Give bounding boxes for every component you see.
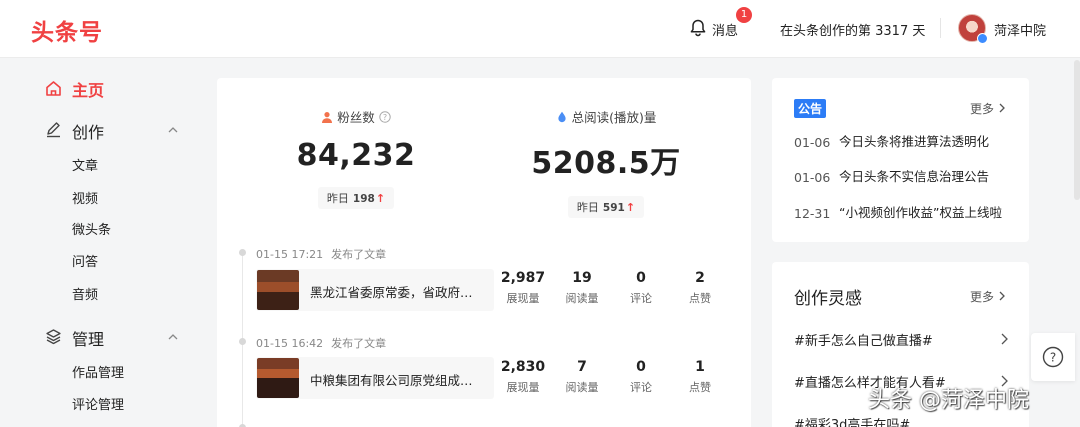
fans-yesterday-value: 198 bbox=[352, 193, 375, 205]
messages-button[interactable] bbox=[688, 18, 708, 38]
svg-text:?: ? bbox=[383, 113, 387, 122]
svg-text:?: ? bbox=[1050, 351, 1056, 365]
notice-item[interactable]: 01-06 今日头条不实信息治理公告 bbox=[794, 166, 989, 185]
timeline-meta: 01-15 16:42 发布了文章 bbox=[256, 337, 387, 350]
scrollbar[interactable] bbox=[1074, 60, 1080, 200]
metric-impressions: 2,987 展现量 bbox=[500, 270, 546, 305]
reads-yesterday-value: 591 bbox=[602, 202, 625, 214]
fans-yesterday: 昨日 198↑ bbox=[317, 187, 395, 209]
fans-title: 粉丝数 bbox=[337, 110, 375, 125]
logo[interactable]: 头条号 bbox=[31, 13, 103, 47]
help-button[interactable]: ? bbox=[1031, 333, 1075, 381]
arrow-up-icon: ↑ bbox=[375, 192, 386, 205]
sidebar-section-manage[interactable]: 管理 bbox=[72, 326, 104, 350]
article-row[interactable]: 黑龙江省委原常委，省政府原副省长 bbox=[256, 269, 494, 311]
watermark: 头条 @菏泽中院 bbox=[868, 388, 1029, 413]
home-icon bbox=[46, 81, 61, 96]
inspiration-more-link[interactable]: 更多 bbox=[970, 288, 1006, 305]
notice-card: 公告 更多 01-06 今日头条将推进算法透明化 01-06 今日头条不实信息治理公… bbox=[772, 78, 1029, 242]
metric-reads: 7 阅读量 bbox=[565, 359, 599, 394]
timeline-dot bbox=[239, 249, 246, 256]
chevron-right-icon bbox=[1001, 333, 1008, 345]
bell-icon bbox=[690, 19, 706, 37]
messages-badge: 1 bbox=[736, 7, 752, 23]
top-header: 头条号 1 消息 在头条创作的第 3317 天 菏泽中院 bbox=[0, 0, 1080, 58]
pen-icon bbox=[47, 122, 60, 138]
inspiration-item[interactable]: #福彩3d高手在吗# bbox=[794, 414, 1008, 427]
metric-comments: 0 评论 bbox=[630, 359, 652, 394]
sidebar-item-works[interactable]: 作品管理 bbox=[72, 362, 124, 381]
sidebar-item-article[interactable]: 文章 bbox=[72, 155, 98, 174]
timeline-meta: 01-15 17:21 发布了文章 bbox=[256, 248, 387, 261]
verified-icon bbox=[977, 33, 988, 44]
article-thumbnail bbox=[257, 358, 299, 398]
article-row[interactable]: 中粮集团有限公司原党组成员、副总经理 bbox=[256, 357, 494, 399]
sidebar-section-create[interactable]: 创作 bbox=[72, 119, 104, 143]
sidebar-item-comments[interactable]: 评论管理 bbox=[72, 394, 124, 413]
metric-likes: 1 点赞 bbox=[689, 359, 711, 394]
help-circle-icon[interactable]: ? bbox=[379, 110, 391, 123]
messages-label[interactable]: 消息 bbox=[712, 20, 738, 39]
drop-icon bbox=[558, 111, 566, 122]
sidebar-item-audio[interactable]: 音频 bbox=[72, 284, 98, 303]
notice-tag: 公告 bbox=[794, 99, 827, 118]
notice-more-link[interactable]: 更多 bbox=[970, 100, 1006, 117]
notice-item[interactable]: 12-31 “小视频创作收益”权益上线啦 bbox=[794, 202, 1002, 221]
metric-comments: 0 评论 bbox=[630, 270, 652, 305]
inspiration-item[interactable]: #新手怎么自己做直播# bbox=[794, 330, 1008, 349]
sidebar-item-home[interactable]: 主页 bbox=[72, 77, 104, 101]
chevron-up-icon[interactable] bbox=[168, 125, 178, 135]
reads-yesterday: 昨日 591↑ bbox=[567, 196, 645, 218]
creation-days-text: 在头条创作的第 3317 天 bbox=[780, 24, 926, 39]
sidebar-item-qa[interactable]: 问答 bbox=[72, 251, 98, 270]
chevron-right-icon bbox=[999, 291, 1005, 301]
reads-stat: 总阅读(播放)量 5208.5万 昨日 591↑ bbox=[496, 107, 716, 218]
inspiration-title: 创作灵感 bbox=[794, 289, 862, 309]
metric-impressions: 2,830 展现量 bbox=[500, 359, 546, 394]
chevron-right-icon bbox=[999, 103, 1005, 113]
article-title[interactable]: 中粮集团有限公司原党组成员、副总经理 bbox=[310, 370, 484, 389]
help-icon: ? bbox=[1042, 346, 1064, 368]
fans-value: 84,232 bbox=[296, 138, 416, 173]
sidebar-item-video[interactable]: 视频 bbox=[72, 188, 98, 207]
timeline-dot bbox=[239, 338, 246, 345]
arrow-up-icon: ↑ bbox=[625, 201, 636, 214]
user-name[interactable]: 菏泽中院 bbox=[994, 20, 1046, 39]
article-thumbnail bbox=[257, 270, 299, 310]
sidebar-item-micro[interactable]: 微头条 bbox=[72, 219, 111, 238]
fans-stat: 粉丝数 ? 84,232 昨日 198↑ bbox=[246, 107, 466, 209]
metric-likes: 2 点赞 bbox=[689, 270, 711, 305]
article-title[interactable]: 黑龙江省委原常委，省政府原副省长 bbox=[310, 282, 484, 301]
header-divider bbox=[940, 18, 941, 38]
metric-reads: 19 阅读量 bbox=[565, 270, 599, 305]
person-icon bbox=[322, 111, 333, 123]
reads-value: 5208.5万 bbox=[531, 146, 681, 181]
sidebar: 主页 创作 文章 视频 微头条 问答 音频 管理 作品管理 评论管理 bbox=[0, 59, 200, 427]
notice-item[interactable]: 01-06 今日头条将推进算法透明化 bbox=[794, 131, 989, 150]
layers-icon bbox=[46, 329, 61, 345]
reads-title: 总阅读(播放)量 bbox=[571, 110, 657, 125]
chevron-up-icon[interactable] bbox=[168, 332, 178, 342]
